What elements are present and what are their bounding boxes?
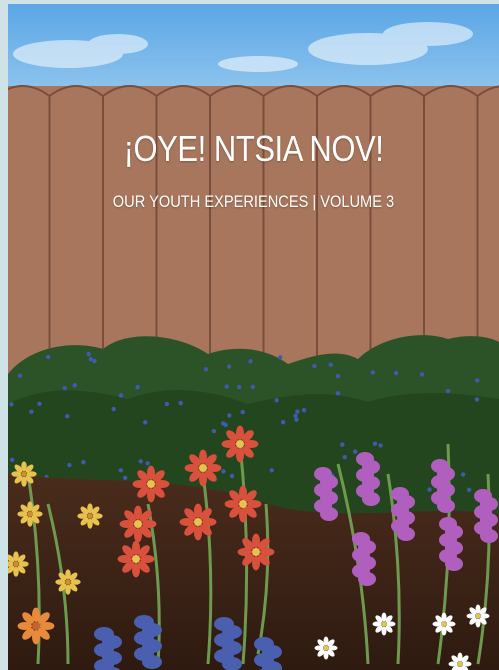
cover-title: ¡OYE! NTSIA NOV!: [123, 128, 384, 169]
book-cover: ¡OYE! NTSIA NOV! OUR YOUTH EXPERIENCES |…: [8, 4, 499, 670]
garden-illustration: [8, 4, 499, 670]
cover-subtitle: OUR YOUTH EXPERIENCES | VOLUME 3: [112, 192, 395, 211]
